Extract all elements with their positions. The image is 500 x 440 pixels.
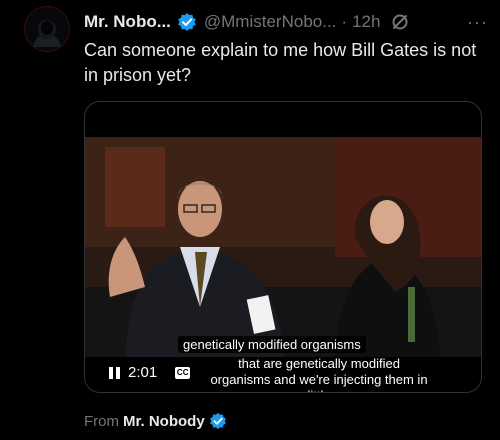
source-name[interactable]: Mr. Nobody: [123, 413, 205, 430]
tweet-header: Mr. Nobo... @MmisterNobo... · 12h ···: [84, 10, 488, 34]
separator-dot: ·: [341, 12, 348, 31]
video-source: From Mr. Nobody: [84, 412, 227, 430]
subtitle-top: genetically modified organisms: [178, 336, 366, 353]
timestamp[interactable]: 12h: [352, 12, 380, 32]
pause-icon: [109, 366, 120, 379]
from-label: From: [84, 412, 119, 430]
verified-badge-icon: [209, 412, 227, 430]
more-icon[interactable]: ···: [467, 12, 488, 33]
subtitle-bottom: that are genetically modified organisms …: [210, 356, 428, 392]
video-controls: 2:01 CC: [101, 360, 191, 385]
elapsed-time: 2:01: [128, 364, 158, 381]
verified-badge-icon: [177, 12, 197, 32]
tweet-text: Can someone explain to me how Bill Gates…: [84, 40, 477, 85]
grok-icon[interactable]: [390, 12, 410, 32]
avatar[interactable]: [24, 6, 70, 52]
handle[interactable]: @MmisterNobo...: [204, 12, 337, 32]
video-player[interactable]: genetically modified organisms 2:01 CC t…: [84, 101, 482, 393]
display-name[interactable]: Mr. Nobo...: [84, 12, 171, 32]
captions-icon[interactable]: CC: [175, 366, 191, 379]
video-frame[interactable]: [85, 137, 481, 357]
pause-button[interactable]: 2:01: [101, 360, 166, 385]
